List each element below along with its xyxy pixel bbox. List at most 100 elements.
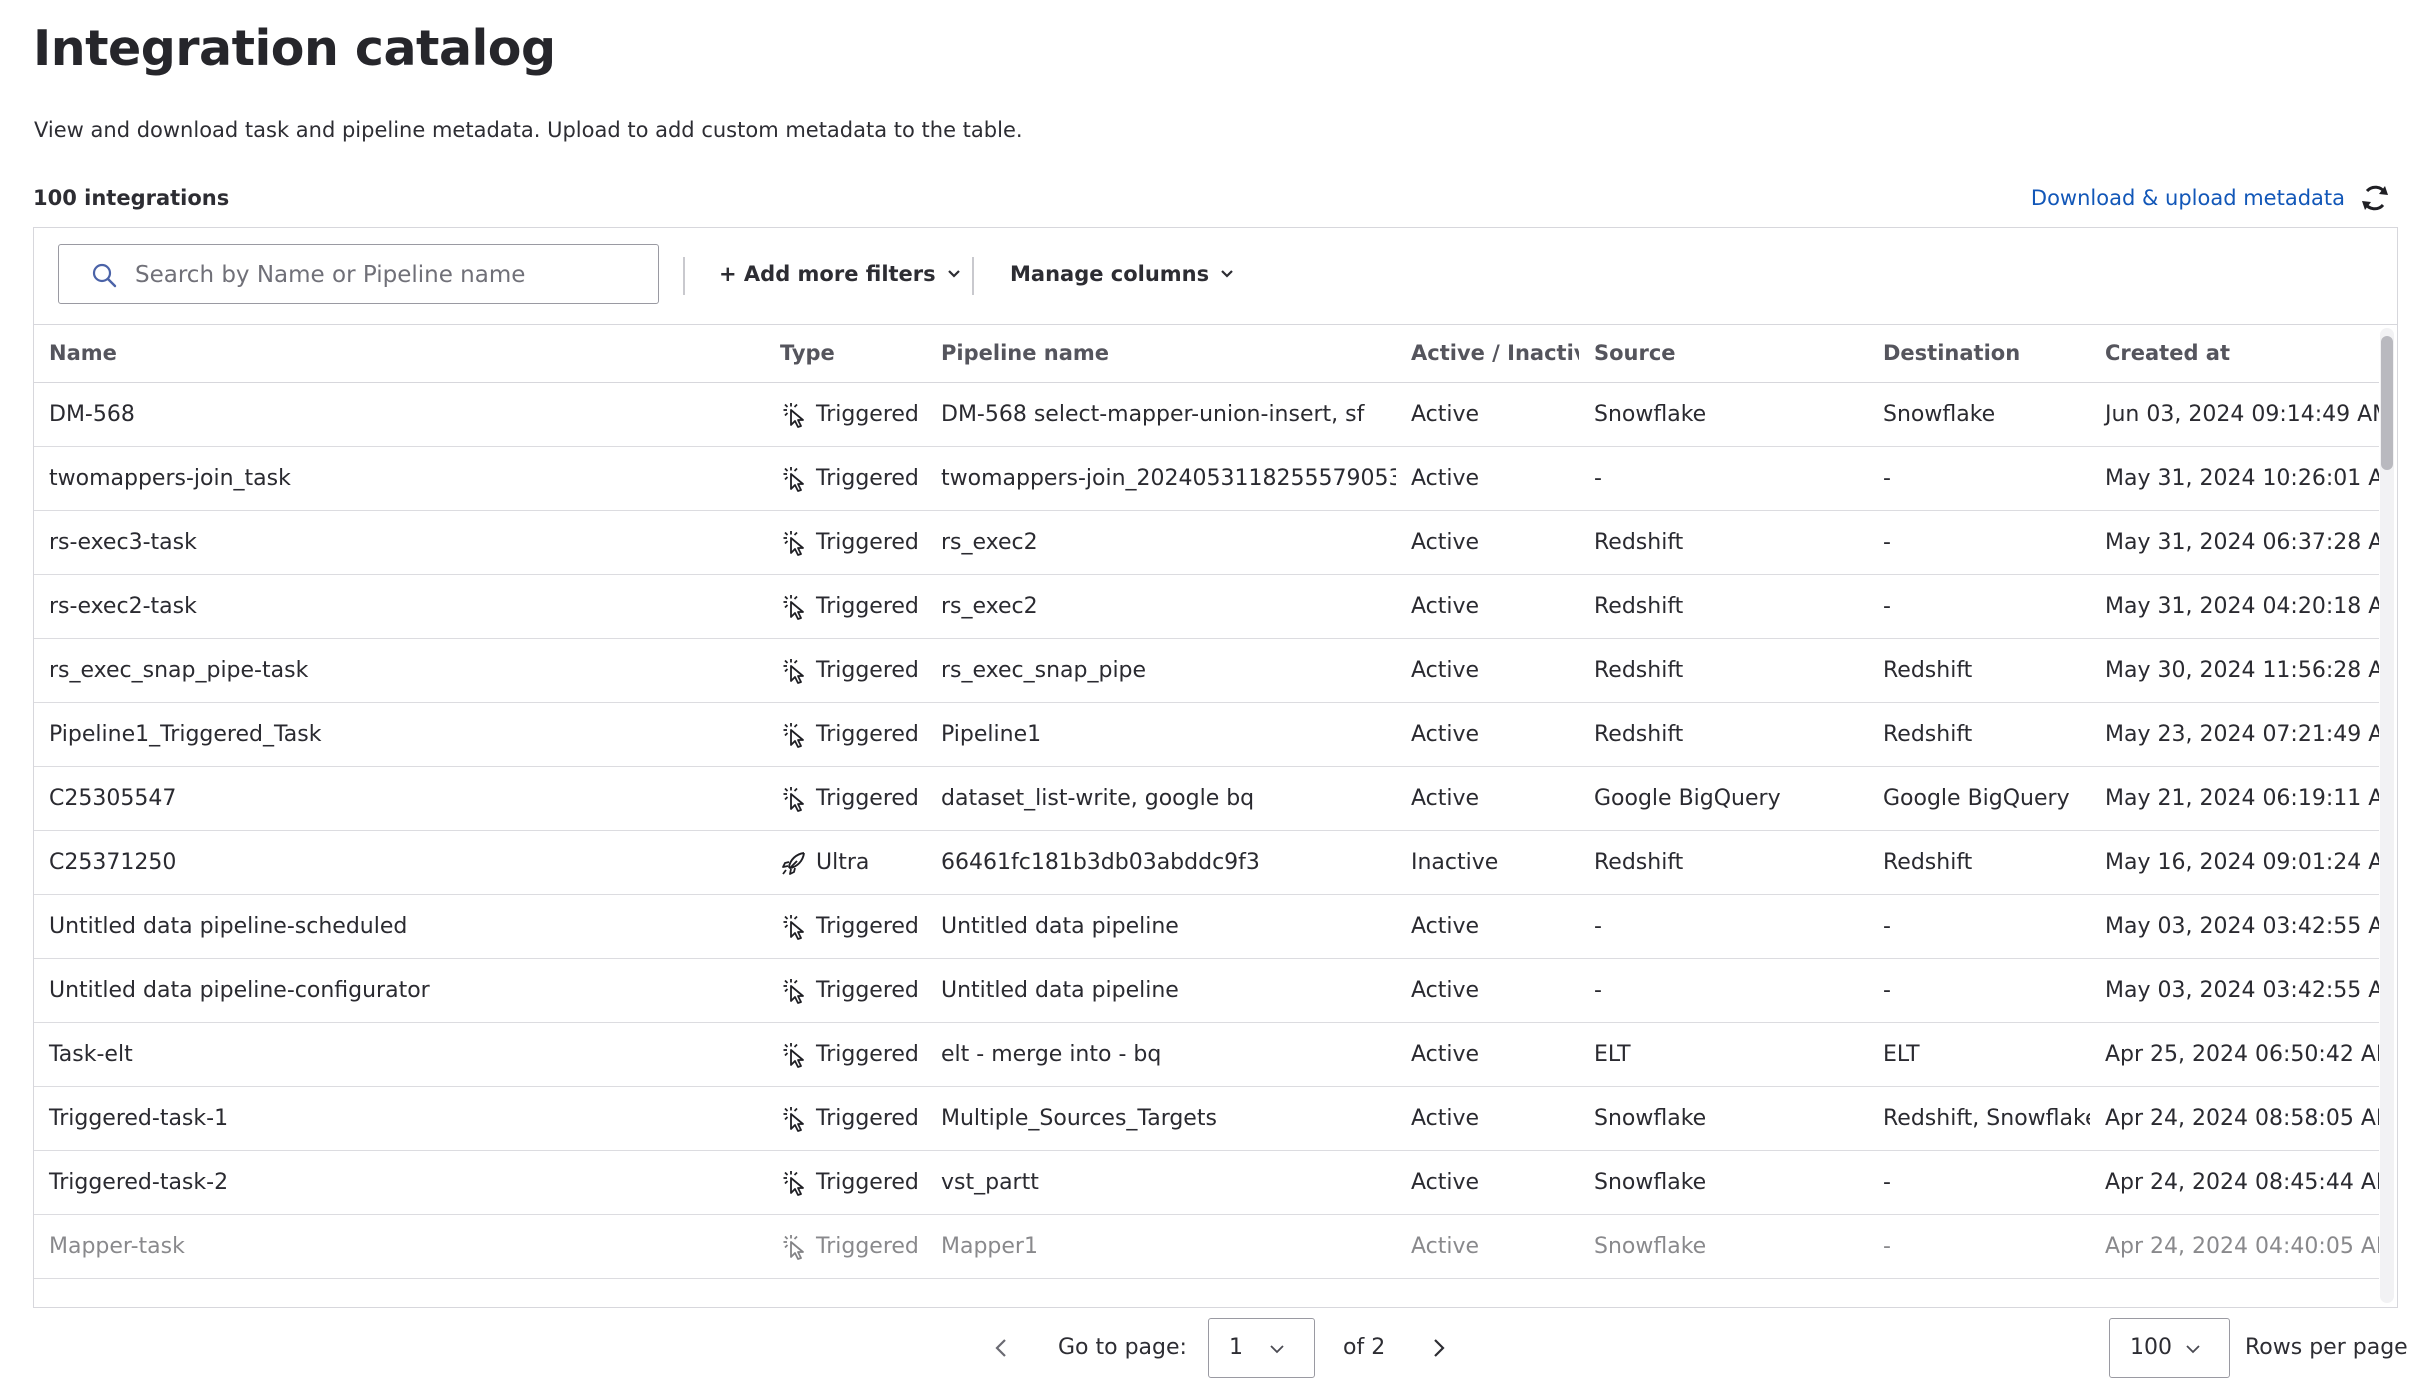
cell-source: Redshift — [1579, 638, 1868, 703]
type-label: Triggered — [816, 594, 919, 619]
rows-per-page-select[interactable]: 100 — [2109, 1318, 2230, 1378]
cell-pipeline-name: Multiple_Sources_Targets — [926, 1086, 1396, 1151]
table-row[interactable]: Pipeline1_Triggered_Task Triggered Pipelin… — [34, 702, 2379, 767]
cell-pipeline-name: twomappers-join_20240531182555790536 — [926, 446, 1396, 511]
table-row[interactable]: C25305547 Triggered dataset_list-write, go… — [34, 766, 2379, 831]
type-cell: Triggered — [780, 721, 926, 749]
type-cell: Triggered — [780, 657, 926, 685]
cursor-click-icon — [783, 594, 804, 620]
type-label: Triggered — [816, 1042, 919, 1067]
cell-type: Triggered — [765, 702, 926, 767]
manage-columns-button[interactable]: Manage columns — [1010, 254, 1235, 294]
cell-created-at: May 31, 2024 10:26:01 AM — [2090, 446, 2379, 511]
cell-name: C25305547 — [34, 766, 765, 831]
scrollbar-thumb[interactable] — [2381, 336, 2393, 470]
type-label: Triggered — [816, 658, 919, 683]
table-row[interactable]: C25371250 Ultra 66461fc181b3db03abddc9f3 In… — [34, 830, 2379, 895]
cell-source: Redshift — [1579, 830, 1868, 895]
table-row[interactable]: Untitled data pipeline-scheduled Triggere… — [34, 894, 2379, 959]
table-row[interactable]: Untitled data pipeline-configurator Trigg… — [34, 958, 2379, 1023]
column-header-type[interactable]: Type — [765, 324, 926, 383]
cell-created-at: Jun 03, 2024 09:14:49 AM — [2090, 382, 2379, 447]
type-cell: Ultra — [780, 849, 926, 877]
search-box[interactable] — [58, 244, 659, 304]
column-header-status[interactable]: Active / Inactive — [1396, 324, 1579, 383]
cell-created-at: May 21, 2024 06:19:11 AM — [2090, 766, 2379, 831]
column-header-source[interactable]: Source — [1579, 324, 1868, 383]
cell-created-at: May 31, 2024 06:37:28 AM — [2090, 510, 2379, 575]
chevron-right-icon[interactable] — [1426, 1336, 1450, 1360]
chevron-left-icon[interactable] — [990, 1336, 1014, 1360]
search-input[interactable] — [133, 245, 637, 304]
cursor-click-icon — [783, 530, 804, 556]
type-cell: Triggered — [780, 1105, 926, 1133]
table-row[interactable]: rs-exec3-task Triggered rs_exec2 Active Reds… — [34, 510, 2379, 575]
cell-destination: Redshift — [1868, 830, 2090, 895]
cursor-click-icon — [783, 786, 804, 812]
table-row[interactable]: Mapper-task Triggered Mapper1 Active Snowfla… — [34, 1214, 2379, 1279]
cell-name: Task-elt — [34, 1022, 765, 1087]
cell-source: Snowflake — [1579, 382, 1868, 447]
table-row[interactable]: rs_exec_snap_pipe-task Triggered rs_exec_s… — [34, 638, 2379, 703]
table-scrollbar[interactable] — [2380, 328, 2394, 1303]
cell-pipeline-name: Pipeline1 — [926, 702, 1396, 767]
cell-source: - — [1579, 958, 1868, 1023]
cell-destination: ELT — [1868, 1022, 2090, 1087]
table-row[interactable]: twomappers-join_task Triggered twomappers-… — [34, 446, 2379, 511]
type-label: Triggered — [816, 402, 919, 427]
cell-type: Triggered — [765, 446, 926, 511]
chevron-down-icon — [2186, 1345, 2200, 1354]
cell-source: Snowflake — [1579, 1086, 1868, 1151]
cell-created-at: May 16, 2024 09:01:24 AM — [2090, 830, 2379, 895]
cell-source: Snowflake — [1579, 1214, 1868, 1279]
cell-source: Redshift — [1579, 574, 1868, 639]
cell-pipeline-name: dataset_list-write, google bq — [926, 766, 1396, 831]
cell-created-at: May 03, 2024 03:42:55 AM — [2090, 894, 2379, 959]
cursor-click-icon — [783, 1170, 804, 1196]
table-row[interactable]: Triggered-task-2 Triggered vst_partt Active… — [34, 1150, 2379, 1215]
cell-destination: Redshift — [1868, 702, 2090, 767]
cell-destination: - — [1868, 446, 2090, 511]
cell-created-at: Apr 24, 2024 04:40:05 AM — [2090, 1214, 2379, 1279]
table-scroll-area[interactable]: Name Type Pipeline name Active / Inactiv… — [34, 324, 2379, 1307]
cursor-click-icon — [783, 402, 804, 428]
cell-name: DM-568 — [34, 382, 765, 447]
cell-name: Mapper-task — [34, 1214, 765, 1279]
pagination-bar: Go to page: 1 of 2 100 Rows per page — [0, 1316, 2412, 1380]
cell-destination: - — [1868, 1150, 2090, 1215]
table-row[interactable]: rs-exec2-task Triggered rs_exec2 Active Reds… — [34, 574, 2379, 639]
cell-pipeline-name: Untitled data pipeline — [926, 894, 1396, 959]
cell-pipeline-name: rs_exec2 — [926, 574, 1396, 639]
column-header-destination[interactable]: Destination — [1868, 324, 2090, 383]
table-row[interactable]: Triggered-task-1 Triggered Multiple_Source… — [34, 1086, 2379, 1151]
column-header-created-at[interactable]: Created at — [2090, 324, 2379, 383]
page-number-select[interactable]: 1 — [1208, 1318, 1315, 1378]
type-label: Triggered — [816, 1106, 919, 1131]
column-header-name[interactable]: Name — [34, 324, 765, 383]
cell-destination: Redshift — [1868, 638, 2090, 703]
cell-source: - — [1579, 894, 1868, 959]
refresh-icon[interactable] — [2358, 181, 2392, 215]
type-label: Triggered — [816, 530, 919, 555]
type-label: Triggered — [816, 1234, 919, 1259]
type-label: Triggered — [816, 1170, 919, 1195]
cell-created-at: May 31, 2024 04:20:18 AM — [2090, 574, 2379, 639]
table-row[interactable]: DM-568 Triggered DM-568 select-mapper-unio… — [34, 382, 2379, 447]
go-to-page-label: Go to page: — [1058, 1335, 1187, 1360]
download-upload-metadata-link[interactable]: Download & upload metadata — [2031, 180, 2345, 216]
add-more-filters-button[interactable]: + Add more filters — [719, 254, 962, 294]
page-title: Integration catalog — [33, 20, 556, 77]
rows-per-page-value: 100 — [2130, 1335, 2172, 1360]
table-row[interactable]: Task-elt Triggered elt - merge into - bq Ac… — [34, 1022, 2379, 1087]
cursor-click-icon — [783, 722, 804, 748]
cell-status: Active — [1396, 1214, 1579, 1279]
cursor-click-icon — [783, 1042, 804, 1068]
cell-name: rs-exec3-task — [34, 510, 765, 575]
cell-name: rs-exec2-task — [34, 574, 765, 639]
cell-type: Triggered — [765, 1150, 926, 1215]
cell-name: Triggered-task-1 — [34, 1086, 765, 1151]
type-cell: Triggered — [780, 1233, 926, 1261]
column-header-pipeline-name[interactable]: Pipeline name — [926, 324, 1396, 383]
type-cell: Triggered — [780, 401, 926, 429]
cell-status: Active — [1396, 1150, 1579, 1215]
